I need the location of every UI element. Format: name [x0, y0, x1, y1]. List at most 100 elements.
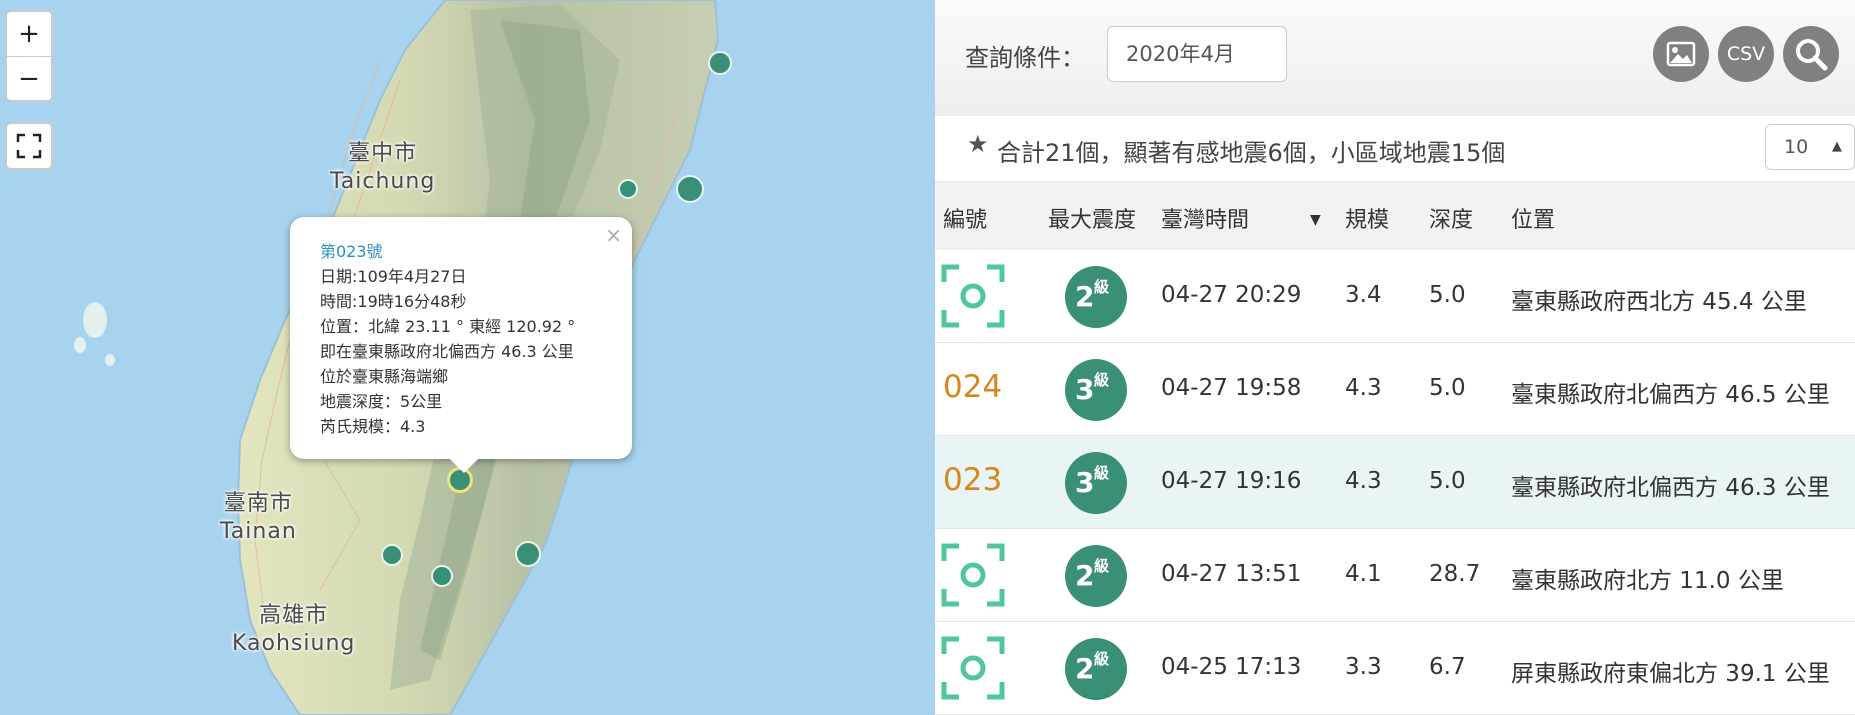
quake-depth: 28.7 — [1429, 561, 1481, 587]
quake-marker[interactable] — [515, 541, 541, 567]
quake-marker[interactable] — [708, 51, 732, 75]
query-toolbar: 查詢條件： 2020年4月 CSV — [935, 0, 1855, 116]
quake-location: 臺東縣政府北方 11.0 公里 — [1511, 568, 1784, 594]
summary-text: 合計21個，顯著有感地震6個，小區域地震15個 — [997, 139, 1506, 167]
quake-magnitude: 3.4 — [1345, 282, 1382, 308]
fullscreen-icon — [16, 133, 42, 159]
city-name-en: Tainan — [220, 519, 297, 544]
quake-time: 04-27 20:29 — [1161, 282, 1302, 308]
zoom-controls: + − — [5, 10, 53, 102]
app-root: + − 臺中市 Taichung 臺南市 Tainan 高雄市 Kaohsiun… — [0, 0, 1855, 715]
popup-township: 位於臺東縣海端鄉 — [320, 367, 449, 386]
popup-close-button[interactable]: × — [605, 223, 622, 247]
city-label-kaohsiung: 高雄市 Kaohsiung — [232, 602, 355, 658]
table-row[interactable]: 2 級 04-25 17:13 3.3 6.7 屏東縣政府東偏北方 39.1 公… — [935, 622, 1855, 715]
city-name-zh: 臺南市 — [223, 491, 293, 516]
quake-location: 臺東縣政府北偏西方 46.3 公里 — [1511, 475, 1830, 501]
city-label-taichung: 臺中市 Taichung — [330, 140, 435, 196]
intensity-badge[interactable]: 2 級 — [1065, 266, 1127, 328]
csv-export-button[interactable]: CSV — [1718, 26, 1774, 82]
quake-number[interactable]: 024 — [943, 369, 1002, 405]
intensity-badge[interactable]: 3 級 — [1065, 359, 1127, 421]
image-export-button[interactable] — [1653, 26, 1709, 82]
focus-icon[interactable] — [941, 264, 1005, 328]
quake-magnitude: 4.3 — [1345, 468, 1382, 494]
intensity-unit: 級 — [1094, 464, 1110, 482]
col-header-intensity[interactable]: 最大震度 — [1048, 202, 1136, 234]
intensity-value: 3 — [1075, 373, 1095, 406]
query-label: 查詢條件： — [965, 44, 1085, 72]
col-header-depth[interactable]: 深度 — [1429, 202, 1473, 234]
quake-marker[interactable] — [381, 544, 403, 566]
page-size-select[interactable]: 10 ▲ — [1765, 124, 1855, 170]
intensity-unit: 級 — [1094, 650, 1110, 668]
quake-time: 04-27 13:51 — [1161, 561, 1302, 587]
col-header-id[interactable]: 編號 — [943, 202, 987, 234]
focus-icon[interactable] — [941, 543, 1005, 607]
quake-location: 臺東縣政府北偏西方 46.5 公里 — [1511, 382, 1830, 408]
intensity-value: 2 — [1075, 652, 1095, 685]
table-row-selected[interactable]: 023 3 級 04-27 19:16 4.3 5.0 臺東縣政府北偏西方 46… — [935, 436, 1855, 529]
quake-marker[interactable] — [618, 179, 638, 199]
city-label-tainan: 臺南市 Tainan — [220, 490, 297, 546]
image-icon — [1666, 41, 1696, 67]
city-name-zh: 高雄市 — [259, 603, 329, 628]
quake-magnitude: 4.3 — [1345, 375, 1382, 401]
col-header-location[interactable]: 位置 — [1511, 202, 1555, 234]
csv-label: CSV — [1726, 43, 1766, 65]
intensity-value: 3 — [1075, 466, 1095, 499]
focus-icon[interactable] — [941, 636, 1005, 700]
earthquake-map[interactable]: + − 臺中市 Taichung 臺南市 Tainan 高雄市 Kaohsiun… — [0, 0, 935, 715]
intensity-badge[interactable]: 2 級 — [1065, 545, 1127, 607]
search-icon — [1796, 39, 1828, 71]
fullscreen-control — [5, 122, 53, 170]
popup-title[interactable]: 第023號 — [320, 239, 632, 264]
table-row[interactable]: 2 級 04-27 13:51 4.1 28.7 臺東縣政府北方 11.0 公里 — [935, 529, 1855, 622]
intensity-unit: 級 — [1094, 557, 1110, 575]
city-name-zh: 臺中市 — [348, 141, 418, 166]
star-icon: ★ — [967, 130, 989, 158]
query-date-input[interactable]: 2020年4月 — [1107, 26, 1287, 82]
summary-bar: ★ 合計21個，顯著有感地震6個，小區域地震15個 10 ▲ — [935, 116, 1855, 182]
quake-depth: 5.0 — [1429, 375, 1466, 401]
col-header-magnitude[interactable]: 規模 — [1345, 202, 1389, 234]
quake-depth: 6.7 — [1429, 654, 1466, 680]
quake-magnitude: 4.1 — [1345, 561, 1382, 587]
popup-depth: 地震深度：5公里 — [320, 392, 443, 411]
quake-popup: × 第023號 日期:109年4月27日 時間:19時16分48秒 位置：北緯 … — [290, 217, 632, 473]
quake-time: 04-27 19:58 — [1161, 375, 1302, 401]
earthquake-list-panel: 查詢條件： 2020年4月 CSV ★ 合計21個，顯著有感地震6個，小區域地震… — [935, 0, 1855, 715]
quake-location: 臺東縣政府西北方 45.4 公里 — [1511, 289, 1807, 315]
quake-location: 屏東縣政府東偏北方 39.1 公里 — [1511, 661, 1830, 687]
popup-relative-location: 即在臺東縣政府北偏西方 46.3 公里 — [320, 342, 574, 361]
popup-time: 時間:19時16分48秒 — [320, 292, 467, 311]
quake-time: 04-25 17:13 — [1161, 654, 1302, 680]
quake-marker[interactable] — [431, 565, 453, 587]
sort-desc-icon[interactable]: ▼ — [1310, 212, 1321, 228]
popup-date: 日期:109年4月27日 — [320, 267, 467, 286]
quake-depth: 5.0 — [1429, 468, 1466, 494]
quake-marker[interactable] — [676, 175, 704, 203]
intensity-unit: 級 — [1094, 371, 1110, 389]
quake-number[interactable]: 023 — [943, 462, 1002, 498]
table-row[interactable]: 2 級 04-27 20:29 3.4 5.0 臺東縣政府西北方 45.4 公里 — [935, 250, 1855, 343]
intensity-badge[interactable]: 3 級 — [1065, 452, 1127, 514]
quake-magnitude: 3.3 — [1345, 654, 1382, 680]
search-button[interactable] — [1783, 26, 1839, 82]
popup-magnitude: 芮氏規模：4.3 — [320, 417, 426, 436]
intensity-badge[interactable]: 2 級 — [1065, 638, 1127, 700]
col-header-time[interactable]: 臺灣時間 — [1161, 202, 1249, 234]
zoom-in-button[interactable]: + — [7, 12, 51, 56]
quake-depth: 5.0 — [1429, 282, 1466, 308]
zoom-out-button[interactable]: − — [7, 56, 51, 100]
intensity-value: 2 — [1075, 559, 1095, 592]
fullscreen-button[interactable] — [7, 124, 51, 168]
intensity-unit: 級 — [1094, 278, 1110, 296]
table-header: 編號 最大震度 臺灣時間 ▼ 規模 深度 位置 — [935, 182, 1855, 250]
intensity-value: 2 — [1075, 280, 1095, 313]
page-size-value: 10 — [1784, 136, 1809, 158]
table-row[interactable]: 024 3 級 04-27 19:58 4.3 5.0 臺東縣政府北偏西方 46… — [935, 343, 1855, 436]
quake-time: 04-27 19:16 — [1161, 468, 1302, 494]
city-name-en: Kaohsiung — [232, 631, 356, 656]
select-arrows-icon: ▲ — [1832, 139, 1842, 154]
